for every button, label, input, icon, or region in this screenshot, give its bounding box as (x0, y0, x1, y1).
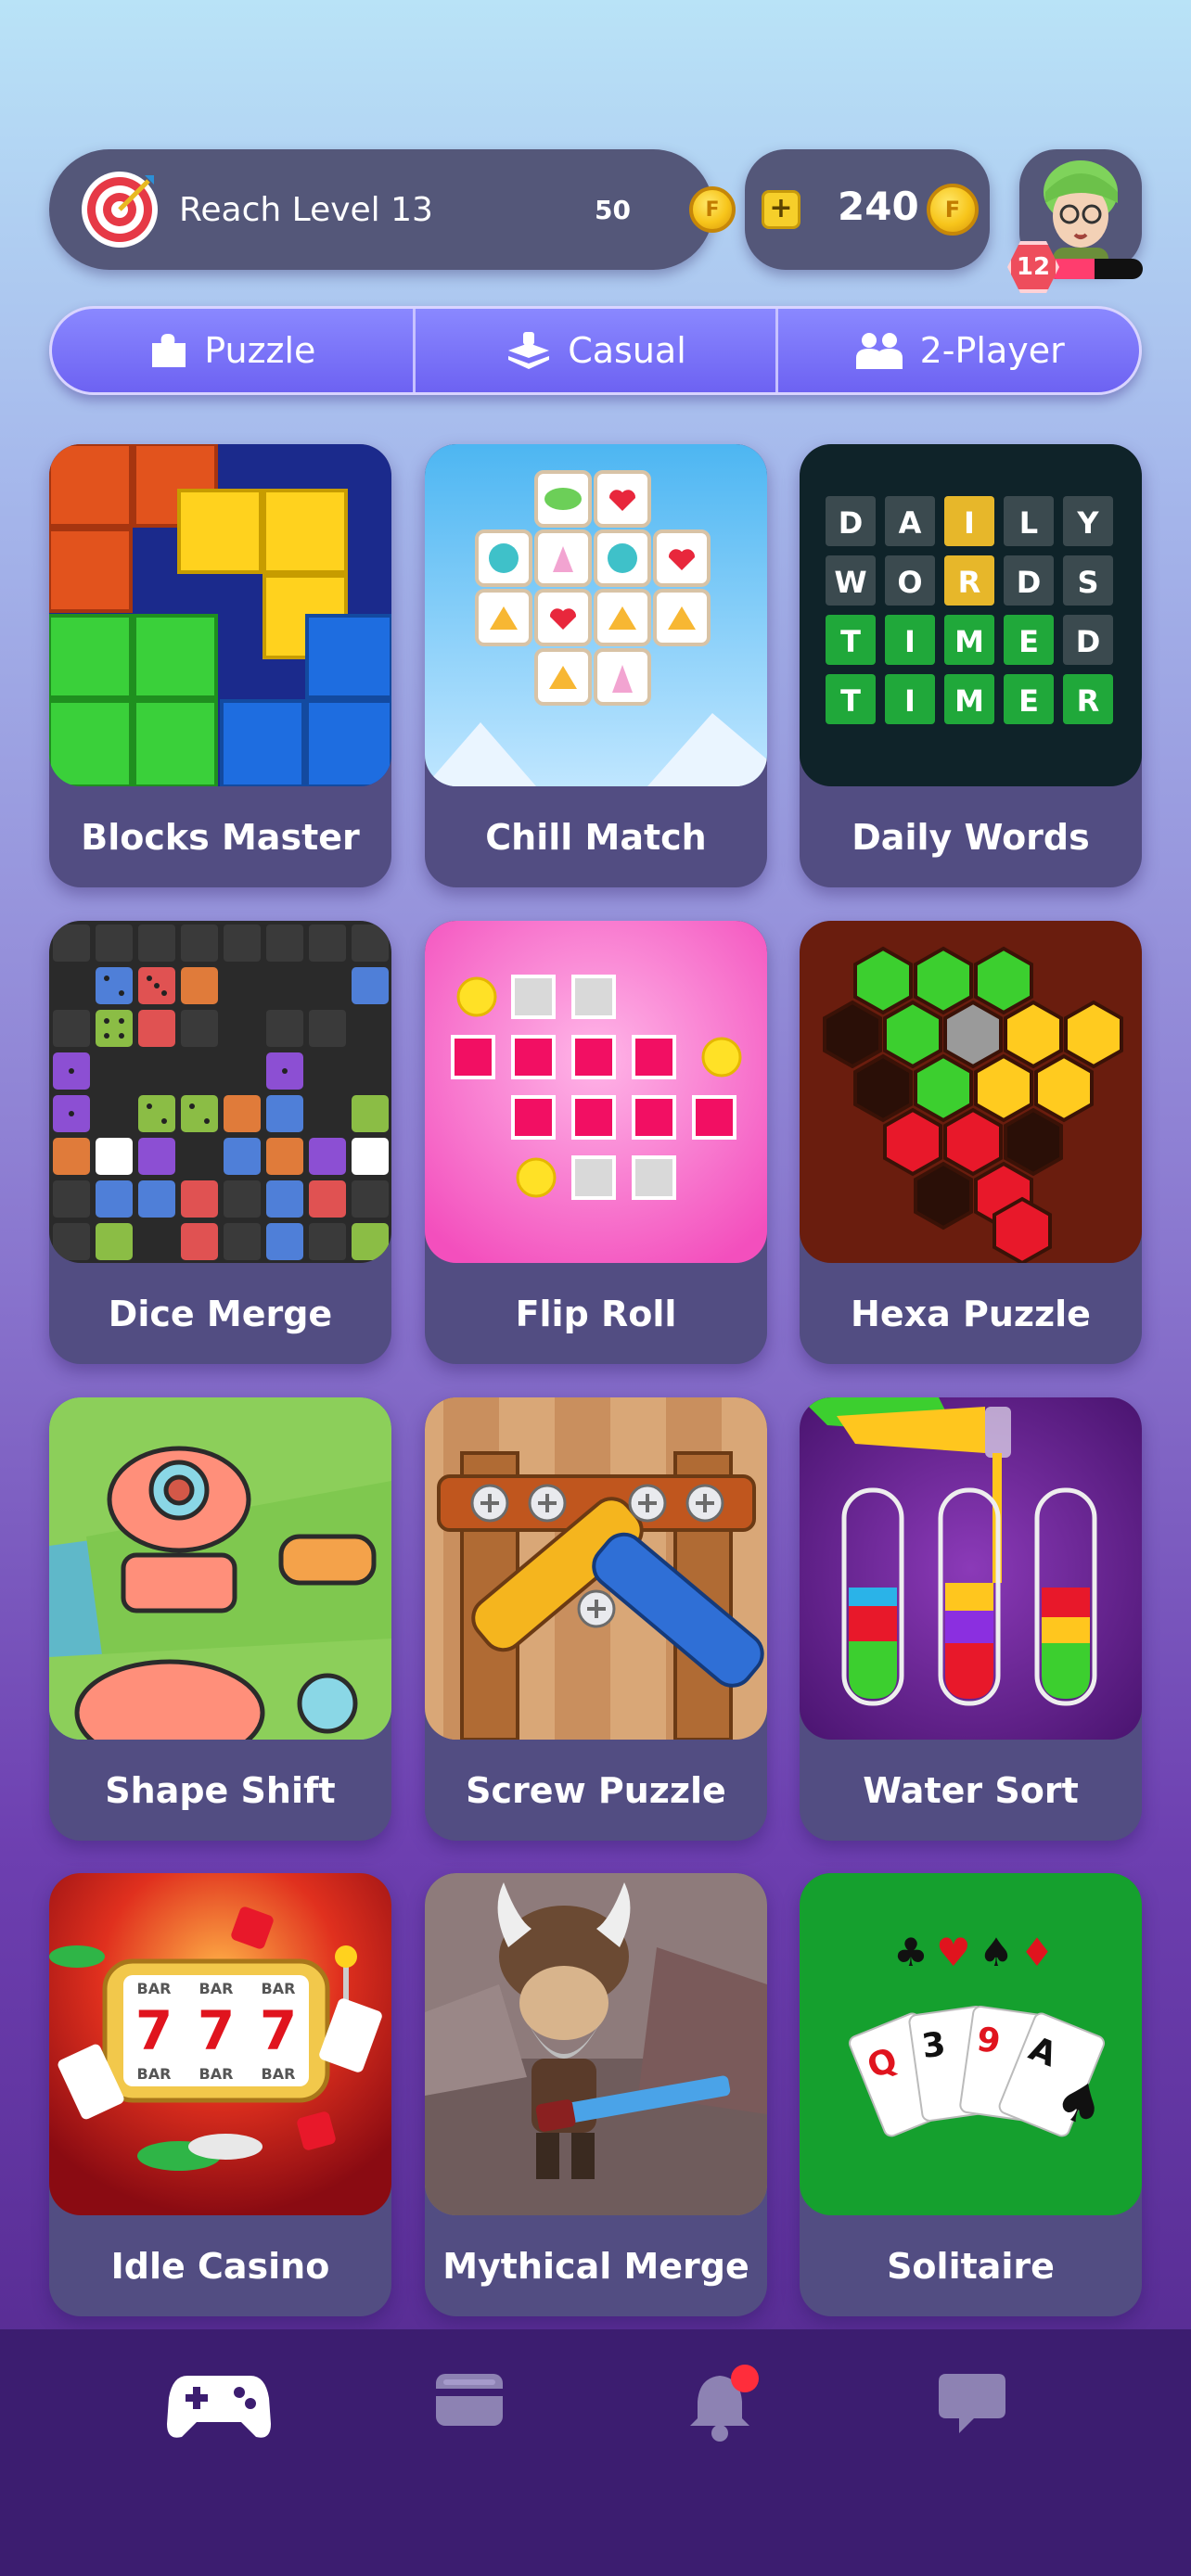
wallet-icon (436, 2374, 503, 2426)
word-letter: D (839, 505, 864, 541)
add-coins-button[interactable]: + (762, 190, 800, 229)
word-letter: M (954, 624, 984, 659)
word-letter: Y (1076, 505, 1099, 541)
hexa-puzzle-thumbnail (800, 921, 1142, 1263)
word-letter: T (840, 624, 861, 659)
reel-bar: BAR (199, 1980, 234, 1997)
game-card-dice-merge[interactable]: Dice Merge (49, 921, 391, 1364)
svg-text:♣: ♣ (893, 1930, 928, 1975)
game-title: Solitaire (887, 2245, 1055, 2287)
reel-bar: BAR (137, 2065, 172, 2083)
game-title: Hexa Puzzle (851, 1293, 1091, 1334)
word-letter: S (1077, 565, 1098, 600)
game-card-screw-puzzle[interactable]: Screw Puzzle (425, 1397, 767, 1841)
game-card-water-sort[interactable]: Water Sort (800, 1397, 1142, 1841)
dice-merge-thumbnail (49, 921, 391, 1263)
game-title: Daily Words (852, 816, 1090, 858)
reel-symbol: 7 (135, 1999, 173, 2062)
level-goal-pill[interactable]: Reach Level 13 50 F (49, 149, 736, 270)
tab-2-player[interactable]: 2-Player (778, 309, 1139, 392)
word-letter: I (964, 505, 975, 541)
nav-chat[interactable] (937, 2370, 1007, 2441)
word-letter: D (1017, 565, 1042, 600)
word-letter: W (834, 565, 866, 600)
game-card-mythical-merge[interactable]: Mythical Merge (425, 1873, 767, 2316)
svg-text:♦: ♦ (1019, 1930, 1055, 1975)
bottom-nav (0, 2329, 1191, 2576)
level-progress-bar (1046, 259, 1143, 279)
word-letter: L (1019, 505, 1038, 541)
reel-bar: BAR (137, 1980, 172, 1997)
puzzle-icon (152, 334, 186, 367)
word-letter: T (840, 683, 861, 719)
goal-reward: 50 (595, 194, 631, 225)
game-title: Screw Puzzle (466, 1769, 726, 1811)
word-letter: A (899, 505, 922, 541)
game-card-flip-roll[interactable]: Flip Roll (425, 921, 767, 1364)
tab-label: 2-Player (919, 330, 1065, 371)
daily-words-thumbnail: D A I L YW O R D ST I M E DT I M E R (800, 444, 1142, 786)
mythical-merge-thumbnail (425, 1873, 767, 2215)
word-letter: R (958, 565, 981, 600)
tab-label: Casual (568, 330, 686, 371)
game-title: Chill Match (485, 816, 707, 858)
nav-notifications[interactable] (686, 2365, 762, 2448)
game-card-solitaire[interactable]: ♣ ♥ ♠ ♦ Q 3 9 A ♠ Solitaire (800, 1873, 1142, 2316)
target-icon (82, 172, 158, 248)
tab-puzzle[interactable]: Puzzle (52, 309, 416, 392)
game-card-chill-match[interactable]: Chill Match (425, 444, 767, 887)
balance-amount: 240 (838, 184, 919, 229)
coin-balance[interactable]: + 240 F (745, 149, 990, 270)
game-title: Flip Roll (515, 1293, 677, 1334)
game-card-idle-casino[interactable]: 7 7 7 BAR BAR BAR BAR BAR BAR Idle Casin… (49, 1873, 391, 2316)
gamepad-icon (167, 2376, 271, 2438)
blocks-master-thumbnail (49, 444, 391, 786)
solitaire-thumbnail: ♣ ♥ ♠ ♦ Q 3 9 A ♠ (800, 1873, 1142, 2215)
word-letter: E (1018, 624, 1039, 659)
coin-icon: F (689, 186, 736, 233)
word-letter: M (954, 683, 984, 719)
nav-games[interactable] (167, 2370, 271, 2444)
word-letter: E (1018, 683, 1039, 719)
screw-puzzle-thumbnail (425, 1397, 767, 1740)
idle-casino-thumbnail: 7 7 7 BAR BAR BAR BAR BAR BAR (49, 1873, 391, 2215)
word-letter: I (904, 683, 916, 719)
game-title: Mythical Merge (442, 2245, 749, 2287)
notification-badge (731, 2365, 759, 2392)
word-letter: O (897, 565, 922, 600)
game-title: Shape Shift (105, 1769, 336, 1811)
coin-icon: F (927, 184, 979, 236)
game-card-shape-shift[interactable]: Shape Shift (49, 1397, 391, 1841)
word-letter: I (904, 624, 916, 659)
shape-shift-thumbnail (49, 1397, 391, 1740)
word-letter: D (1076, 624, 1101, 659)
two-player-icon (855, 333, 903, 369)
reel-symbol: 7 (260, 1999, 297, 2062)
water-sort-thumbnail (800, 1397, 1142, 1740)
reel-bar: BAR (199, 2065, 234, 2083)
reel-symbol: 7 (198, 1999, 235, 2062)
game-card-daily-words[interactable]: DAILYWORDSTIMEDTIMER Daily Words (800, 444, 1142, 887)
goal-label: Reach Level 13 (179, 190, 433, 229)
game-card-blocks-master[interactable]: Blocks Master (49, 444, 391, 887)
game-title: Idle Casino (110, 2245, 330, 2287)
word-letter: R (1077, 683, 1100, 719)
category-tabs: Puzzle Casual 2-Player (49, 306, 1142, 395)
reel-bar: BAR (262, 1980, 296, 1997)
svg-text:♥: ♥ (936, 1930, 971, 1975)
flip-roll-thumbnail (425, 921, 767, 1263)
casual-icon (508, 332, 550, 369)
nav-wallet[interactable] (434, 2370, 505, 2433)
tab-casual[interactable]: Casual (416, 309, 779, 392)
reel-bar: BAR (262, 2065, 296, 2083)
svg-text:♠: ♠ (979, 1930, 1014, 1975)
game-title: Dice Merge (108, 1293, 333, 1334)
game-title: Water Sort (863, 1769, 1079, 1811)
chill-match-thumbnail (425, 444, 767, 786)
game-title: Blocks Master (81, 816, 360, 858)
game-card-hexa-puzzle[interactable]: Hexa Puzzle (800, 921, 1142, 1364)
chat-icon (939, 2374, 1005, 2433)
tab-label: Puzzle (204, 330, 316, 371)
